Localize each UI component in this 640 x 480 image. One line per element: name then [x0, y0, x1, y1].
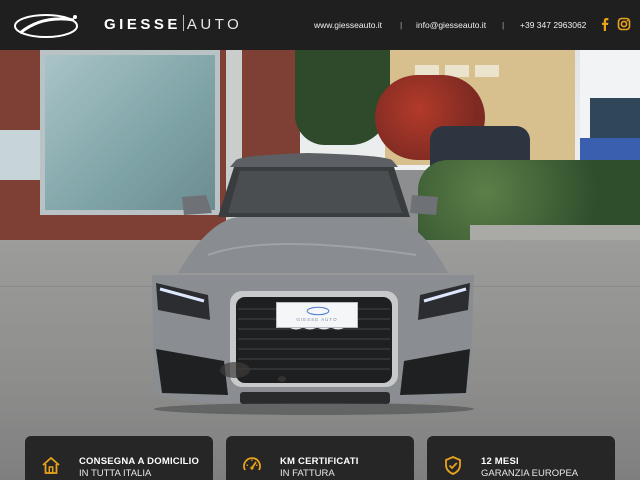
plate-logo-icon — [306, 306, 330, 316]
feature-title: KM CERTIFICATI — [280, 456, 359, 467]
building-window — [475, 65, 499, 77]
plate-text: GIESSE AUTO — [296, 317, 338, 322]
speedometer-icon — [243, 457, 261, 471]
instagram-icon[interactable] — [617, 17, 631, 31]
feature-subtitle: IN FATTURA — [280, 468, 335, 479]
facebook-icon[interactable] — [598, 17, 612, 31]
top-header: GIESSE AUTO www.giesseauto.it | info@gies… — [0, 0, 640, 50]
wall-band — [0, 130, 40, 180]
van-window — [590, 98, 640, 138]
phone-link[interactable]: +39 347 2963062 — [520, 20, 586, 30]
feature-card-warranty[interactable]: 12 MESI GARANZIA EUROPEA — [427, 436, 615, 480]
brand-divider — [182, 15, 184, 31]
feature-title: CONSEGNA A DOMICILIO — [79, 456, 200, 467]
ground-stain — [220, 362, 250, 378]
vehicle-photo: GIESSE AUTO — [0, 50, 640, 480]
home-icon — [42, 456, 60, 474]
feature-subtitle: IN TUTTA ITALIA — [79, 468, 152, 479]
feature-card-delivery[interactable]: CONSEGNA A DOMICILIO IN TUTTA ITALIA — [25, 436, 213, 480]
ground-stain — [278, 376, 286, 382]
brand-name[interactable]: GIESSE AUTO — [104, 15, 242, 33]
license-plate: GIESSE AUTO — [276, 302, 358, 328]
suv-car — [152, 153, 474, 415]
shield-check-icon — [445, 456, 461, 475]
feature-subtitle: GARANZIA EUROPEA — [481, 468, 579, 479]
contact-divider: | — [400, 20, 403, 30]
website-link[interactable]: www.giesseauto.it — [314, 20, 382, 30]
feature-title: 12 MESI — [481, 456, 519, 467]
email-link[interactable]: info@giesseauto.it — [416, 20, 486, 30]
brand-name-light: AUTO — [186, 16, 243, 33]
brand-name-bold: GIESSE — [104, 16, 181, 33]
giesse-logo-icon[interactable] — [12, 11, 84, 41]
feature-card-mileage[interactable]: KM CERTIFICATI IN FATTURA — [226, 436, 414, 480]
contact-divider: | — [502, 20, 505, 30]
